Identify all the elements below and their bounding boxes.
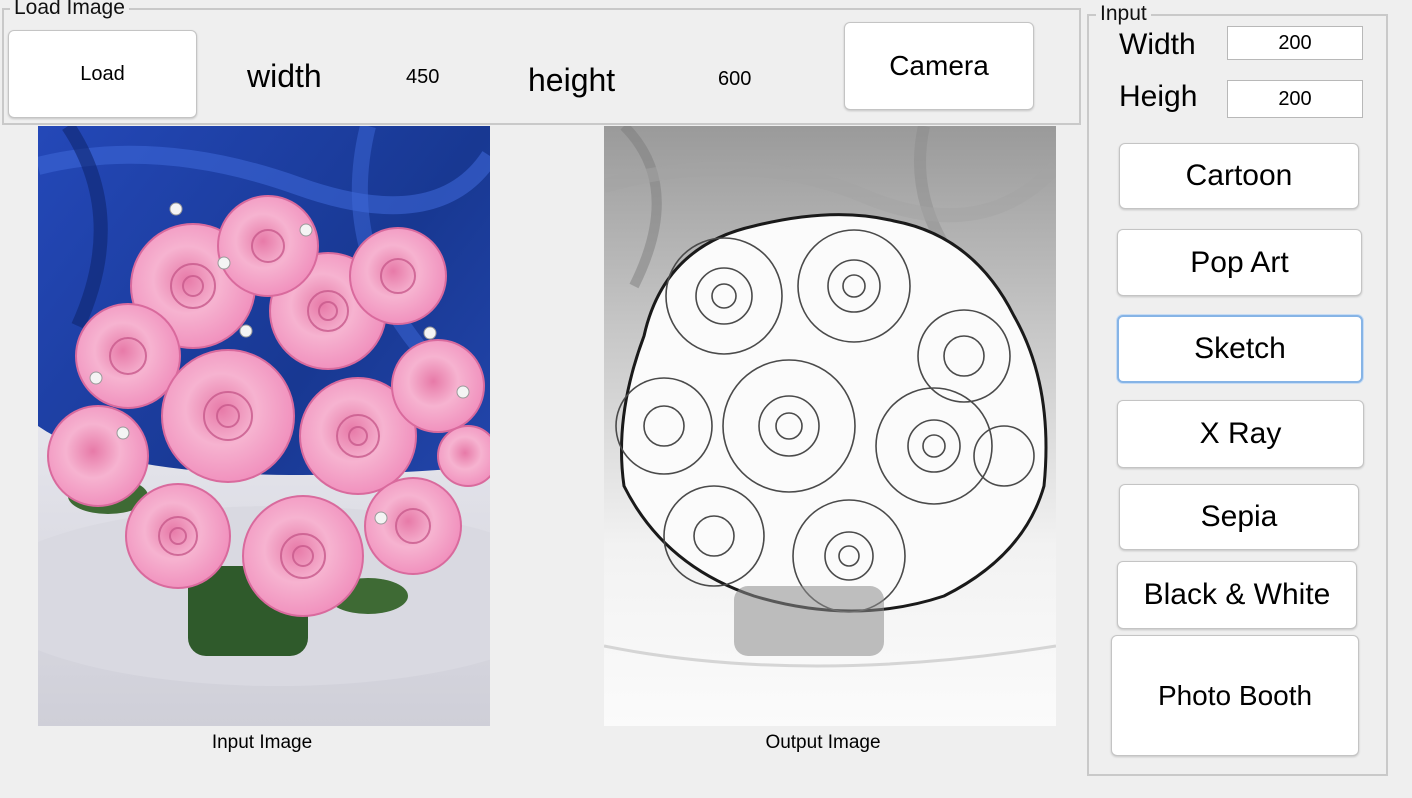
cartoon-button[interactable]: Cartoon bbox=[1119, 143, 1359, 209]
pop-art-button[interactable]: Pop Art bbox=[1117, 229, 1362, 296]
width-value: 450 bbox=[406, 66, 440, 88]
x-ray-button[interactable]: X Ray bbox=[1117, 400, 1364, 468]
input-width-field[interactable] bbox=[1227, 26, 1363, 60]
input-height-label: Heigh bbox=[1119, 80, 1198, 113]
black-and-white-button[interactable]: Black & White bbox=[1117, 561, 1357, 629]
output-image bbox=[604, 126, 1056, 726]
input-height-field[interactable] bbox=[1227, 80, 1363, 118]
height-label: height bbox=[528, 62, 616, 98]
input-image-caption: Input Image bbox=[211, 732, 313, 753]
load-button[interactable]: Load bbox=[8, 30, 197, 118]
camera-button[interactable]: Camera bbox=[844, 22, 1034, 110]
sketch-button[interactable]: Sketch bbox=[1117, 315, 1363, 383]
input-image bbox=[38, 126, 490, 726]
input-width-label: Width bbox=[1119, 28, 1196, 61]
height-value: 600 bbox=[718, 68, 752, 90]
photo-booth-button[interactable]: Photo Booth bbox=[1111, 635, 1359, 756]
width-label: width bbox=[247, 58, 322, 94]
load-image-panel-title: Load Image bbox=[10, 0, 129, 19]
sepia-button[interactable]: Sepia bbox=[1119, 484, 1359, 550]
output-image-caption: Output Image bbox=[765, 732, 881, 753]
input-panel-title: Input bbox=[1096, 3, 1151, 25]
